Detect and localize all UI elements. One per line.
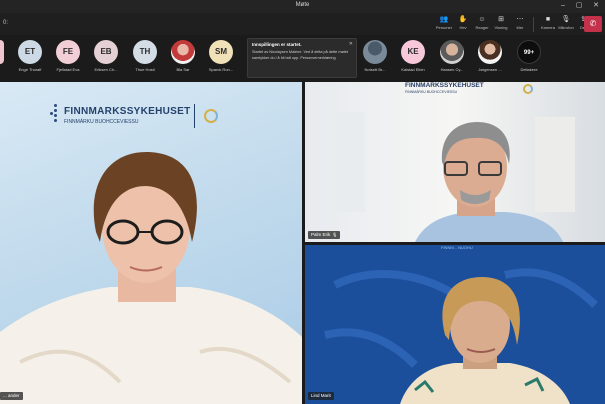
microphone-icon: 🎙 [332,232,338,237]
participant-name: Thue Hosti [135,67,155,72]
avatar [478,40,502,64]
participant-name: Jørgensen ... [478,67,502,72]
view-button[interactable]: ⊞ Visning [491,15,511,34]
notification-title: Innspillingen er startet. [252,42,302,47]
window-titlebar: Møte – ▢ ✕ [0,0,605,13]
close-icon[interactable]: ✕ [349,41,353,47]
avatar [363,40,387,64]
more-icon: ⋯ [516,16,524,23]
recording-notification: ✕ Innspillingen er startet. Startet av N… [247,38,357,78]
participant-item[interactable]: ET Enge Thoralf [12,40,48,72]
avatar: TH [133,40,157,64]
maximize-icon[interactable]: ▢ [573,1,585,11]
window-title: Møte [295,2,310,8]
participant-name-tag: Palm Erik 🎙 [308,231,341,239]
participant-name: Bla Sar [176,67,190,72]
avatar [171,40,195,64]
view-label: Visning [494,25,508,30]
more-participants-badge: 99+ [517,40,541,64]
participant-name: Kalstad Ellen [401,67,425,72]
participant-name: Eriksen Ch... [94,67,118,72]
raise-label: Hev [459,25,467,30]
participant-item[interactable]: Hansen Cy... [434,40,470,72]
people-button[interactable]: 👥 Personer [434,15,454,34]
participant-video [0,152,302,404]
participant-item[interactable]: EB Eriksen Ch... [88,40,124,72]
more-label: Mer [516,25,524,30]
participant-item[interactable]: Bla Sar [165,40,201,72]
video-tile-main[interactable]: FINNMARKSSYKEHUSET FINNMÁRKU BUOHCCEVIES… [0,82,302,404]
notification-body: Startet av Nicolaysen Malene. Ved å delt… [252,50,349,60]
participant-item[interactable]: 99+ Deltakere [511,40,547,72]
close-icon[interactable]: ✕ [590,1,602,11]
participant-name-tag: ... ander [0,392,23,400]
participant-name: Sparck Ron... [208,67,234,72]
avatar: SM [209,40,233,64]
people-icon: 👥 [439,16,449,23]
video-tile-bottom-right[interactable]: FINNM... NUOHU Lind Marit [305,245,605,404]
react-button[interactable]: ☺ Reager [472,15,492,34]
minimize-icon[interactable]: – [557,1,569,11]
participant-item[interactable]: Jørgensen ... [472,40,508,72]
video-tile-top-right[interactable]: FINNMARKSSYKEHUSET FINNMÁRKU BUOHCCEVIES… [305,82,605,242]
avatar: EB [94,40,118,64]
participant-item[interactable]: FE Fjellstad Eva [50,40,86,72]
toolbar-divider [533,17,534,32]
participant-item[interactable]: Notsett Br... [357,40,393,72]
partial-avatar [0,40,4,64]
phone-icon: ✆ [589,19,597,28]
participant-name: Fjellstad Eva [56,67,80,72]
more-button[interactable]: ⋯ Mer [510,15,530,34]
participant-item[interactable]: SM Sparck Ron... [203,40,239,72]
participant-item[interactable]: TH Thue Hosti [127,40,163,72]
avatar [440,40,464,64]
participant-video [415,122,563,242]
avatar: KE [401,40,425,64]
people-label: Personer [435,25,453,30]
leave-button[interactable]: ✆ [584,16,602,32]
avatar: FE [56,40,80,64]
participant-video [324,268,598,404]
meeting-toolbar: 0: 👥 Personer ✋ Hev ☺ Reager ⊞ Visning ⋯ Mer ■ Kame… [0,13,605,35]
meeting-timer: 0: [3,20,9,26]
participant-name: Notsett Br... [364,67,386,72]
participant-name: Enge Thoralf [18,67,42,72]
raise-button[interactable]: ✋ Hev [453,15,473,34]
raise-hand-icon: ✋ [458,16,468,23]
camera-label: Kamera [540,25,555,30]
camera-icon: ■ [545,16,551,23]
participant-name: Hansen Cy... [440,67,464,72]
camera-button[interactable]: ■ Kamera [538,15,558,34]
participant-item[interactable]: KE Kalstad Ellen [395,40,431,72]
react-icon: ☺ [478,16,486,23]
react-label: Reager [475,25,489,30]
avatar: ET [18,40,42,64]
view-icon: ⊞ [498,16,504,23]
participant-name: Deltakere [520,67,538,72]
participant-name-tag: Lind Marit [308,392,334,400]
